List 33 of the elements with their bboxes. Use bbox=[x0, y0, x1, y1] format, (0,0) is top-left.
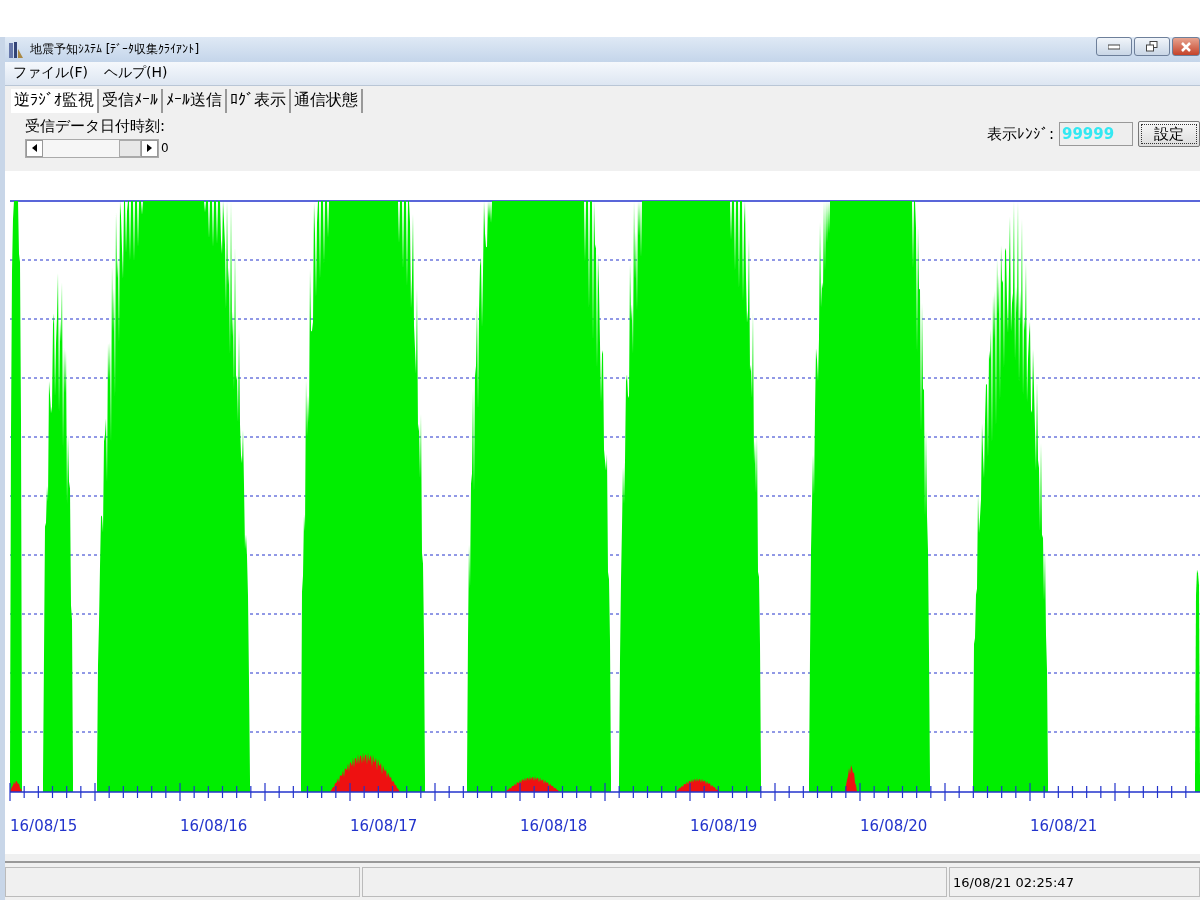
scroll-value: 0 bbox=[161, 141, 169, 156]
close-button[interactable] bbox=[1172, 37, 1200, 56]
restore-icon bbox=[1146, 41, 1158, 52]
date-label: 16/08/15 bbox=[10, 817, 78, 836]
window-title: 地震予知ｼｽﾃﾑ [ﾃﾞｰﾀ収集ｸﾗｲｱﾝﾄ] bbox=[30, 41, 201, 58]
menu-item[interactable]: ヘルプ(H) bbox=[104, 64, 168, 83]
tab[interactable]: ﾒｰﾙ送信 bbox=[163, 88, 227, 113]
menu-item[interactable]: ファイル(F) bbox=[13, 64, 88, 83]
date-label: 16/08/20 bbox=[860, 817, 928, 836]
date-label: 16/08/16 bbox=[180, 817, 248, 836]
scroll-left-button[interactable] bbox=[26, 139, 43, 157]
set-button[interactable]: 設定 bbox=[1138, 121, 1200, 148]
date-label: 16/08/19 bbox=[690, 817, 758, 836]
tab[interactable]: ﾛｸﾞ表示 bbox=[227, 88, 291, 113]
scroll-right-button[interactable] bbox=[141, 139, 158, 157]
scroll-thumb[interactable] bbox=[119, 139, 141, 157]
date-label: 16/08/17 bbox=[350, 817, 418, 836]
restore-button[interactable] bbox=[1134, 37, 1170, 56]
tab[interactable]: 受信ﾒｰﾙ bbox=[99, 88, 163, 113]
date-label: 16/08/18 bbox=[520, 817, 588, 836]
minimize-button[interactable] bbox=[1096, 37, 1132, 56]
app-icon bbox=[8, 40, 24, 59]
range-label: 表示ﾚﾝｼﾞ: bbox=[986, 124, 1054, 144]
tab[interactable]: 逆ﾗｼﾞｵ監視 bbox=[11, 88, 99, 113]
right-arrow-icon bbox=[147, 144, 152, 153]
tab[interactable]: 通信状態 bbox=[291, 88, 363, 113]
status-time: 16/08/21 02:25:47 bbox=[949, 867, 1200, 898]
date-time-label: 受信データ日付時刻: bbox=[25, 116, 167, 136]
horizontal-scrollbar[interactable] bbox=[25, 138, 159, 158]
minimize-icon bbox=[1108, 43, 1120, 50]
left-arrow-icon bbox=[32, 144, 37, 153]
close-icon bbox=[1181, 41, 1191, 52]
date-label: 16/08/21 bbox=[1030, 817, 1098, 836]
